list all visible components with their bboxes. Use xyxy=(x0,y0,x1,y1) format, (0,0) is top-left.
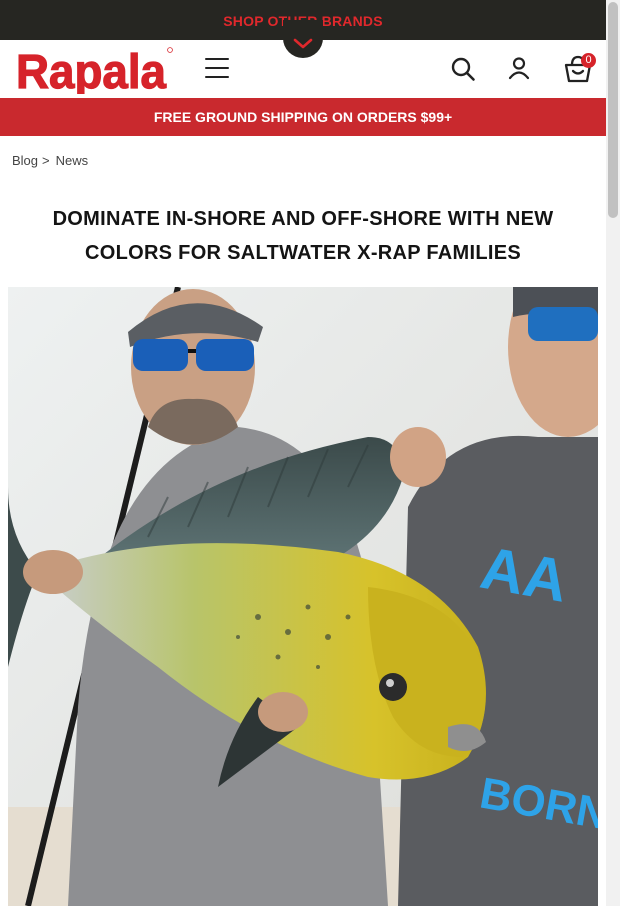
menu-button[interactable] xyxy=(205,58,229,80)
account-button[interactable] xyxy=(507,56,531,82)
hero-image: AA BORN DI xyxy=(8,287,598,906)
anglers-with-mahi-mahi-photo: AA BORN DI xyxy=(8,287,598,906)
page: SHOP OTHER BRANDS Rapala xyxy=(0,0,606,906)
cart-count-badge: 0 xyxy=(581,53,596,68)
breadcrumb-blog-link[interactable]: Blog xyxy=(12,153,38,168)
free-shipping-text: FREE GROUND SHIPPING ON ORDERS $99+ xyxy=(153,109,453,125)
breadcrumb-news-link[interactable]: News xyxy=(56,153,89,168)
hamburger-icon-bar xyxy=(205,66,229,70)
search-icon xyxy=(451,57,475,81)
cart-button[interactable]: 0 xyxy=(563,53,597,84)
scrollbar-thumb[interactable] xyxy=(608,2,618,218)
breadcrumb: Blog > News xyxy=(12,153,88,168)
chevron-down-icon xyxy=(293,38,313,49)
logo-text: Rapala xyxy=(16,46,166,94)
page-scrollbar[interactable] xyxy=(606,0,620,906)
hamburger-icon-bar xyxy=(205,58,229,61)
article-title: DOMINATE IN-SHORE AND OFF-SHORE WITH NEW… xyxy=(22,202,584,270)
article-title-line-2: COLORS FOR SALTWATER X-RAP FAMILIES xyxy=(84,242,522,264)
breadcrumb-separator: > xyxy=(42,153,50,168)
search-button[interactable] xyxy=(450,56,476,82)
hamburger-icon-bar xyxy=(205,75,229,78)
free-shipping-banner: FREE GROUND SHIPPING ON ORDERS $99+ xyxy=(0,98,606,136)
article-title-line-1: DOMINATE IN-SHORE AND OFF-SHORE WITH NEW xyxy=(52,208,554,230)
rapala-logo[interactable]: Rapala xyxy=(16,44,174,94)
user-icon xyxy=(508,57,530,80)
